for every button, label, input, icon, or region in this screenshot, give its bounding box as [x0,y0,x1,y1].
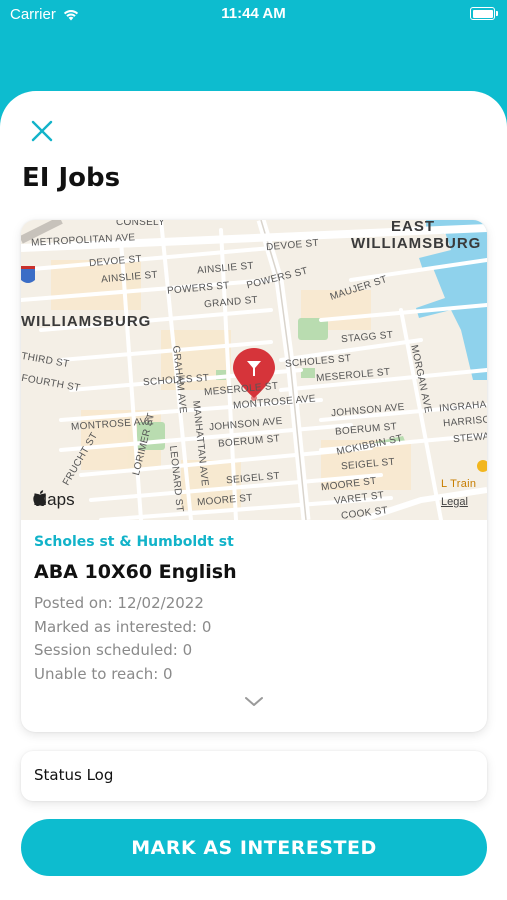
maps-logo: Maps [33,490,75,510]
legal-link[interactable]: Legal [441,496,468,508]
map-area-label: EAST [391,220,436,235]
scheduled-count: Session scheduled: 0 [34,641,193,659]
status-bar: Carrier 11:44 AM [0,0,507,30]
location-map[interactable]: EAST WILLIAMSBURG WILLIAMSBURG CONSELY M… [21,220,487,520]
page-title: EI Jobs [22,163,121,193]
job-details: Scholes st & Humboldt st ABA 10X60 Engli… [34,534,474,686]
street-label: CONSELY [116,220,166,228]
job-stats: Posted on: 12/02/2022 Marked as interest… [34,592,474,686]
battery-icon [470,7,498,20]
job-title: ABA 10X60 English [34,561,237,583]
mark-as-interested-button[interactable]: MARK AS INTERESTED [21,819,487,876]
close-icon[interactable] [28,117,56,145]
map-area-label: WILLIAMSBURG [351,235,482,252]
interested-count: Marked as interested: 0 [34,617,212,636]
chevron-down-icon[interactable] [243,694,265,710]
mark-as-interested-label: MARK AS INTERESTED [131,836,377,859]
status-log-label: Status Log [34,766,114,784]
map-area-label: WILLIAMSBURG [21,313,152,330]
clock: 11:44 AM [221,5,286,22]
unreachable-count: Unable to reach: 0 [34,664,173,683]
job-sheet: EI Jobs EAST WILLIAMSBURG WILLIAMSBURG C… [0,91,507,900]
posted-date: Posted on: 12/02/2022 [34,594,204,612]
status-log-button[interactable]: Status Log [21,751,487,801]
job-card[interactable]: EAST WILLIAMSBURG WILLIAMSBURG CONSELY M… [21,220,487,732]
apple-icon [33,490,47,506]
transit-label: L Train [441,478,477,490]
job-location: Scholes st & Humboldt st [34,534,234,550]
